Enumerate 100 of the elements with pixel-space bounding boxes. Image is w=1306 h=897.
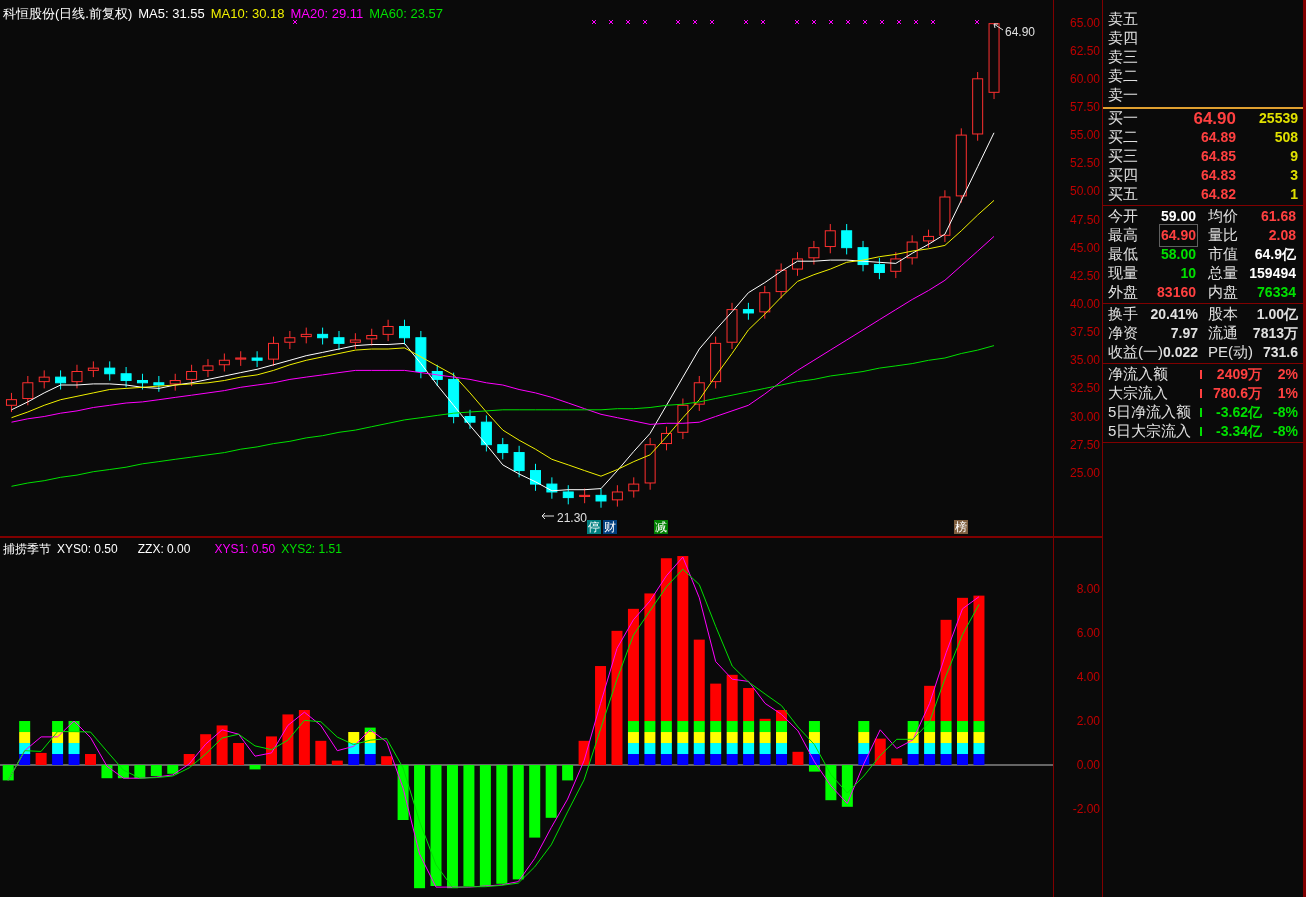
candlestick xyxy=(55,369,67,391)
bar xyxy=(315,740,327,766)
price-axis-label: 42.50 xyxy=(1069,268,1100,283)
bar xyxy=(940,754,952,766)
bar xyxy=(19,732,31,744)
candlestick xyxy=(759,285,771,320)
bar xyxy=(710,754,722,766)
stat-label: 现量 xyxy=(1108,263,1138,284)
candlestick xyxy=(841,223,853,255)
bar xyxy=(759,743,771,755)
indicator-axis-label: 0.00 xyxy=(1076,758,1100,772)
indicator-value: ZZX: 0.00 xyxy=(137,541,191,558)
bar xyxy=(808,721,820,733)
ask-level-label: 卖二 xyxy=(1108,66,1138,87)
bar xyxy=(19,721,31,733)
moving-average-value: MA20: 29.11 xyxy=(290,5,364,23)
bar xyxy=(68,743,80,755)
bar xyxy=(331,760,343,766)
bar xyxy=(776,743,788,755)
price-axis-label: 50.00 xyxy=(1069,184,1100,199)
bar xyxy=(907,754,919,766)
bar xyxy=(776,721,788,733)
bar xyxy=(660,558,672,722)
candlestick xyxy=(808,240,820,266)
stat-value: 64.9亿 xyxy=(1253,245,1297,264)
flow-label: 5日大宗流入 xyxy=(1108,421,1193,442)
bid-volume: 9 xyxy=(1289,147,1298,166)
candlestick xyxy=(71,364,83,389)
bar xyxy=(743,754,755,766)
bar xyxy=(776,754,788,766)
price-axis-label: 40.00 xyxy=(1069,296,1100,311)
bid-level-label: 买一 xyxy=(1108,108,1139,129)
candlestick xyxy=(530,463,542,492)
bar xyxy=(693,754,705,766)
price-axis-label: 45.00 xyxy=(1069,240,1100,255)
stat-label: 市值 xyxy=(1208,244,1238,265)
bar xyxy=(693,732,705,744)
bar xyxy=(414,765,426,889)
stat-label: 今开 xyxy=(1108,206,1138,227)
candlestick xyxy=(284,330,296,350)
candlestick xyxy=(923,229,935,249)
candlestick xyxy=(595,488,607,509)
stat-value: 61.68 xyxy=(1259,207,1297,226)
bar xyxy=(759,718,771,722)
flow-percent: 2% xyxy=(1276,365,1298,384)
bar xyxy=(627,721,639,733)
stat-value: 10 xyxy=(1179,264,1197,283)
flow-amount: 780.6万 xyxy=(1211,384,1262,403)
bar xyxy=(940,743,952,755)
bar xyxy=(463,765,475,886)
candlestick xyxy=(267,336,279,367)
bar xyxy=(858,721,870,733)
candlestick xyxy=(104,360,116,382)
stat-label: 量比 xyxy=(1208,225,1238,246)
indicator-title: 捕捞季节 xyxy=(3,541,51,558)
price-axis-label: 37.50 xyxy=(1069,325,1100,340)
candlestick xyxy=(873,257,885,280)
event-tag[interactable]: 财 xyxy=(603,520,618,534)
event-tag[interactable]: 减 xyxy=(653,520,668,534)
indicator-axis-label: 8.00 xyxy=(1076,582,1100,597)
bid-price: 64.82 xyxy=(1199,185,1236,204)
bar xyxy=(924,754,936,766)
stat-value: 76334 xyxy=(1256,283,1297,302)
stat-label: 流通 xyxy=(1208,323,1238,344)
indicator-axis-label: 2.00 xyxy=(1076,714,1100,728)
bar xyxy=(611,630,623,766)
bar xyxy=(348,732,360,744)
indicator-value: XYS0: 0.50 xyxy=(57,541,118,558)
bar xyxy=(562,765,574,781)
event-tag[interactable]: 停 xyxy=(586,520,601,534)
bar xyxy=(677,732,689,744)
bid-price: 64.83 xyxy=(1199,166,1236,185)
price-axis-label: 55.00 xyxy=(1069,128,1100,143)
flow-amount: -3.62亿 xyxy=(1215,403,1262,422)
stat-value: 0.022 xyxy=(1163,343,1199,362)
bar xyxy=(677,754,689,766)
bar xyxy=(364,754,376,766)
ask-level-label: 卖三 xyxy=(1108,47,1138,68)
stat-label: 净资 xyxy=(1108,323,1138,344)
bid-level-label: 买二 xyxy=(1108,127,1139,148)
candlestick xyxy=(824,223,836,254)
event-tag[interactable]: 榜 xyxy=(953,520,968,534)
bar xyxy=(479,765,491,886)
bar xyxy=(907,743,919,755)
bar xyxy=(52,754,64,766)
arrow-icon xyxy=(541,512,555,520)
bar xyxy=(808,732,820,744)
price-axis-label: 47.50 xyxy=(1069,212,1100,227)
bar xyxy=(726,674,738,722)
flow-percent: -8% xyxy=(1272,403,1298,422)
indicator-axis-label: 6.00 xyxy=(1076,626,1100,640)
stat-value: 58.00 xyxy=(1159,245,1197,264)
bar xyxy=(52,743,64,755)
bar xyxy=(644,754,656,766)
bar xyxy=(249,765,261,770)
bar xyxy=(68,732,80,744)
indicator-value: XYS2: 1.51 xyxy=(281,541,342,558)
bar xyxy=(743,721,755,733)
bar xyxy=(858,743,870,755)
bar xyxy=(726,743,738,755)
